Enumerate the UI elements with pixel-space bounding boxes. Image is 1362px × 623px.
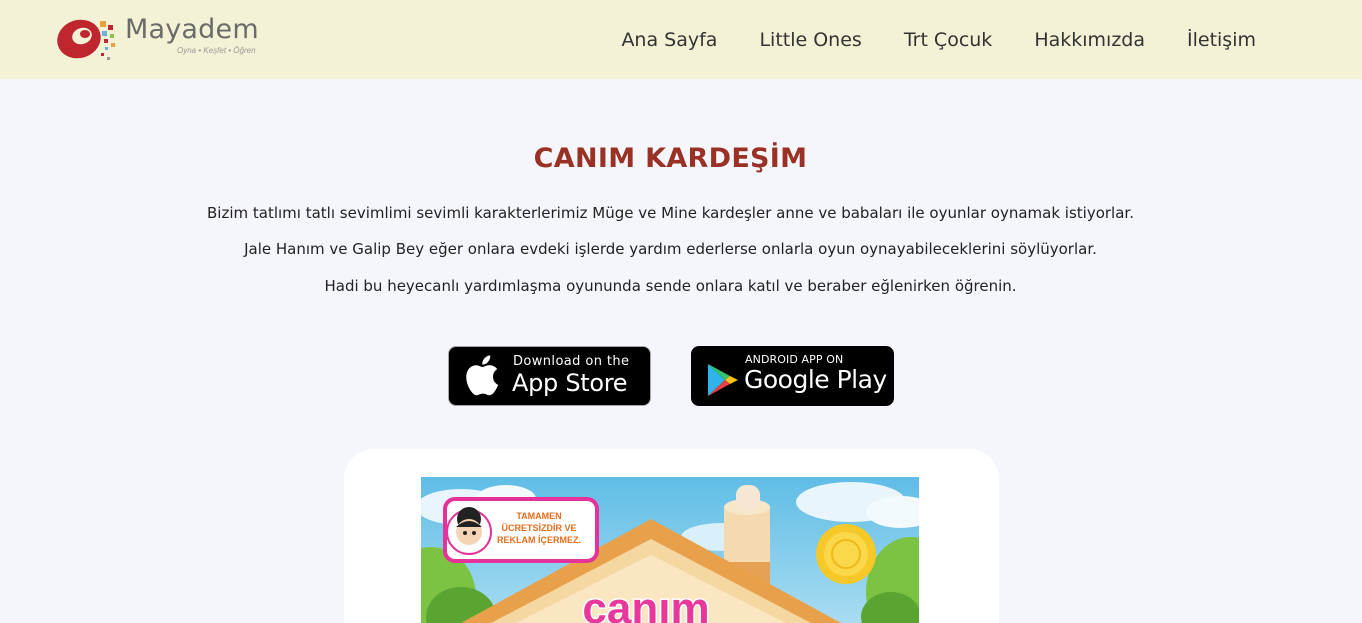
site-header: Mayadem Oyna • Keşfet • Öğren Ana Sayfa … bbox=[0, 0, 1362, 79]
description-line-1: Bizim tatlımı tatlı sevimlimi sevimli ka… bbox=[207, 204, 1134, 222]
nav-item-little-ones[interactable]: Little Ones bbox=[759, 29, 861, 51]
brand-name: Mayadem bbox=[125, 14, 259, 45]
app-store-button[interactable]: Download on the App Store bbox=[448, 346, 651, 406]
logo-mark-icon bbox=[57, 19, 115, 60]
page-title: CANIM KARDEŞİM bbox=[533, 143, 808, 174]
nav-item-hakkimizda[interactable]: Hakkımızda bbox=[1034, 29, 1145, 51]
nav-item-trt-cocuk[interactable]: Trt Çocuk bbox=[904, 29, 993, 51]
game-logo-text: canım bbox=[582, 584, 709, 623]
game-screenshot: TAMAMEN ÜCRETSİZDİR VE REKLAM İÇERMEZ. c… bbox=[421, 477, 919, 623]
app-store-big-text: App Store bbox=[512, 369, 628, 397]
google-play-icon bbox=[708, 364, 738, 396]
badge-line-3: REKLAM İÇERMEZ. bbox=[497, 535, 581, 545]
nav-item-iletisim[interactable]: İletişim bbox=[1187, 29, 1256, 51]
apple-icon bbox=[466, 355, 499, 396]
brand-tagline: Oyna • Keşfet • Öğren bbox=[177, 46, 256, 55]
badge-line-1: TAMAMEN bbox=[516, 511, 561, 521]
logo[interactable]: Mayadem Oyna • Keşfet • Öğren bbox=[55, 9, 260, 69]
app-store-small-text: Download on the bbox=[513, 354, 630, 369]
google-play-big-text: Google Play bbox=[744, 365, 887, 394]
main-nav: Ana Sayfa Little Ones Trt Çocuk Hakkımız… bbox=[621, 0, 1256, 79]
description-line-2: Jale Hanım ve Galip Bey eğer onlara evde… bbox=[244, 240, 1097, 258]
description-line-3: Hadi bu heyecanlı yardımlaşma oyununda s… bbox=[324, 277, 1017, 295]
nav-item-ana-sayfa[interactable]: Ana Sayfa bbox=[621, 29, 717, 51]
badge-line-2: ÜCRETSİZDİR VE bbox=[501, 523, 576, 533]
google-play-button[interactable]: ANDROID APP ON Google Play bbox=[691, 346, 894, 406]
